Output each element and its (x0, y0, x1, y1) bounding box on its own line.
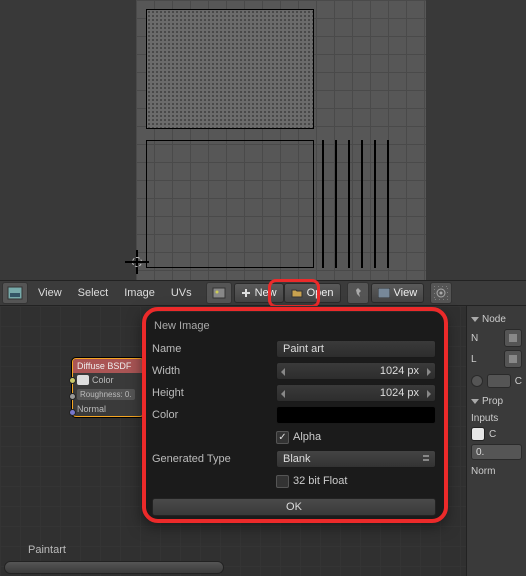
norm-label: Norm (471, 466, 522, 477)
generated-type-label: Generated Type (152, 453, 270, 465)
float-checkbox[interactable] (276, 475, 289, 488)
name-field[interactable]: Paint art (276, 340, 436, 358)
uv-grid (136, 0, 426, 280)
value-field[interactable]: 0. (471, 444, 522, 460)
n-label: N (471, 333, 478, 344)
open-image-button[interactable]: Open (284, 283, 341, 303)
browse-image-button[interactable] (206, 282, 232, 304)
node-properties-panel: Node N L C Prop Inputs C 0. Norm (466, 306, 526, 576)
folder-open-icon (291, 288, 303, 298)
slider[interactable] (487, 374, 511, 388)
popup-title: New Image (152, 318, 436, 338)
datablock-name: Paintart (28, 544, 66, 556)
new-image-popup: New Image Name Paint art Width 1024 px H… (144, 312, 444, 520)
uv-editor-header: View Select Image UVs New Open View (0, 280, 526, 306)
uv-face-edge[interactable] (387, 140, 389, 268)
uv-face-edge[interactable] (374, 140, 376, 268)
label-icon-button[interactable] (504, 350, 522, 368)
node-normal-label: Normal (77, 404, 106, 414)
generated-type-dropdown[interactable]: Blank (276, 450, 436, 468)
menu-view[interactable]: View (30, 287, 70, 299)
pin-button[interactable] (347, 282, 369, 304)
l-label: L (471, 354, 477, 365)
uv-face-edge[interactable] (348, 140, 350, 268)
name-label: Name (152, 343, 270, 355)
editor-type-selector[interactable] (2, 282, 28, 304)
float-label: 32 bit Float (293, 475, 347, 487)
plus-icon (241, 288, 251, 298)
uv-face-edge[interactable] (322, 140, 324, 268)
height-label: Height (152, 387, 270, 399)
chevron-down-icon (471, 399, 479, 404)
c2-label: C (489, 429, 496, 440)
menu-image[interactable]: Image (116, 287, 163, 299)
node-icon-button[interactable] (504, 329, 522, 347)
uv-face-edge[interactable] (361, 140, 363, 268)
alpha-checkbox[interactable] (276, 431, 289, 444)
color-input-swatch[interactable] (471, 427, 485, 441)
picture-icon (378, 288, 390, 298)
uv-image-editor-viewport[interactable] (0, 0, 526, 280)
image-editor-icon (7, 286, 23, 300)
mode-view-label: View (394, 287, 418, 299)
pin-icon (352, 287, 364, 299)
2d-cursor-icon (125, 250, 149, 274)
pivot-icon (434, 286, 448, 300)
uv-face-edge[interactable] (335, 140, 337, 268)
color-label: Color (152, 409, 270, 421)
alpha-label: Alpha (293, 431, 321, 443)
menu-uvs[interactable]: UVs (163, 287, 200, 299)
uv-face[interactable] (146, 140, 314, 268)
new-label: New (255, 287, 277, 299)
menu-select[interactable]: Select (70, 287, 117, 299)
width-field[interactable]: 1024 px (276, 362, 436, 380)
mode-view-button[interactable]: View (371, 283, 425, 303)
label-icon (508, 354, 518, 364)
color-field[interactable] (276, 406, 436, 424)
pivot-button[interactable] (430, 282, 452, 304)
open-label: Open (307, 287, 334, 299)
node-title: Diffuse BSDF (73, 359, 143, 373)
footer-slider[interactable] (4, 561, 224, 574)
roughness-field[interactable]: Roughness: 0. (77, 389, 135, 400)
color-swatch[interactable] (77, 375, 89, 385)
c-label: C (515, 376, 522, 387)
height-field[interactable]: 1024 px (276, 384, 436, 402)
ok-button[interactable]: OK (152, 498, 436, 516)
section-node: Node (482, 314, 506, 325)
node-icon (508, 333, 518, 343)
width-label: Width (152, 365, 270, 377)
image-browse-icon (212, 286, 226, 300)
diffuse-bsdf-node[interactable]: Diffuse BSDF Color Roughness: 0. Normal (72, 358, 144, 417)
inputs-label: Inputs (471, 413, 522, 424)
new-image-button[interactable]: New (234, 283, 284, 303)
toggle[interactable] (471, 375, 483, 387)
uv-face[interactable] (146, 9, 314, 129)
section-properties: Prop (482, 396, 503, 407)
chevron-down-icon (471, 317, 479, 322)
node-color-label: Color (92, 375, 114, 385)
